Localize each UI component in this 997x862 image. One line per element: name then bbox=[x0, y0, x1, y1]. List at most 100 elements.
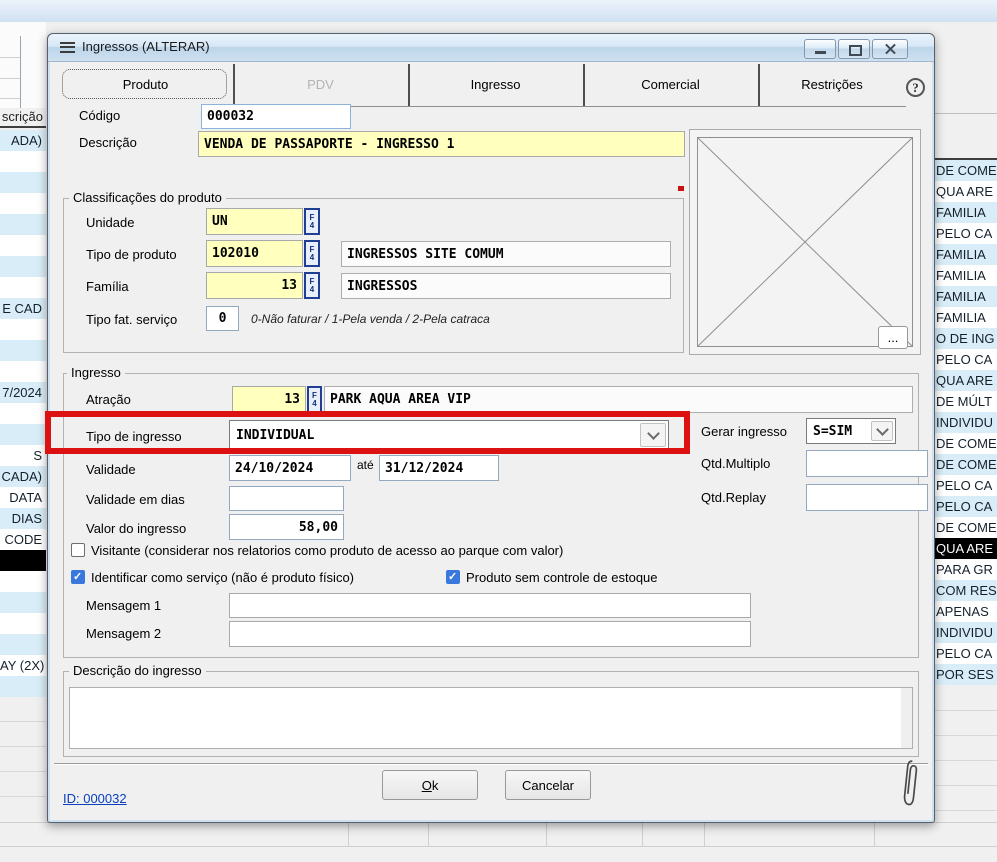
qtd-replay-field[interactable] bbox=[806, 484, 928, 511]
tab-pdv[interactable]: PDV bbox=[233, 64, 410, 106]
table-row[interactable]: QUA ARE bbox=[934, 181, 997, 202]
table-row[interactable]: CADA) bbox=[0, 466, 46, 487]
atracao-lookup-button[interactable]: F 4 bbox=[307, 386, 322, 413]
table-row[interactable] bbox=[0, 256, 46, 277]
table-row[interactable]: AY (2X) bbox=[0, 655, 46, 676]
record-id-link[interactable]: ID: 000032 bbox=[63, 791, 127, 806]
table-row[interactable]: 7/2024 bbox=[0, 382, 46, 403]
table-row[interactable]: QUA ARE bbox=[934, 538, 997, 559]
gerar-ingresso-select[interactable]: S=SIM bbox=[806, 418, 896, 444]
table-row[interactable] bbox=[0, 235, 46, 256]
servico-checkbox[interactable]: ✓ bbox=[71, 570, 85, 584]
tab-comercial[interactable]: Comercial bbox=[583, 64, 760, 106]
cancel-button[interactable]: Cancelar bbox=[505, 770, 591, 800]
table-row[interactable]: FAMILIA bbox=[934, 307, 997, 328]
ok-button[interactable]: Ok bbox=[382, 770, 478, 800]
table-row[interactable] bbox=[0, 571, 46, 592]
tipo-produto-field[interactable]: 102010 bbox=[206, 240, 303, 267]
visitante-checkbox-label[interactable]: Visitante (considerar nos relatorios com… bbox=[91, 543, 563, 558]
table-row[interactable]: INDIVIDU bbox=[934, 412, 997, 433]
estoque-checkbox[interactable]: ✓ bbox=[446, 570, 460, 584]
unidade-lookup-button[interactable]: F 4 bbox=[304, 208, 320, 235]
table-row[interactable]: PELO CA bbox=[934, 475, 997, 496]
table-row[interactable] bbox=[0, 592, 46, 613]
familia-lookup-button[interactable]: F 4 bbox=[304, 272, 320, 299]
descricao-field[interactable]: VENDA DE PASSAPORTE - INGRESSO 1 bbox=[198, 131, 685, 157]
table-row[interactable]: FAMILIA bbox=[934, 286, 997, 307]
help-icon[interactable]: ? bbox=[906, 78, 925, 97]
atracao-display: PARK AQUA AREA VIP bbox=[324, 386, 913, 413]
table-row[interactable]: COM RES bbox=[934, 580, 997, 601]
table-row[interactable]: PELO CA bbox=[934, 349, 997, 370]
table-row[interactable]: APENAS bbox=[934, 601, 997, 622]
codigo-field[interactable]: 000032 bbox=[201, 104, 351, 129]
system-menu-icon[interactable] bbox=[60, 42, 75, 53]
table-row[interactable]: FAMILIA bbox=[934, 244, 997, 265]
table-row[interactable]: O DE ING bbox=[934, 328, 997, 349]
table-row[interactable]: DATA bbox=[0, 487, 46, 508]
textarea-scrollbar[interactable] bbox=[901, 688, 912, 748]
table-row[interactable]: FAMILIA bbox=[934, 265, 997, 286]
mensagem2-field[interactable] bbox=[229, 621, 751, 647]
background-grid-column-line bbox=[642, 822, 643, 846]
validade-de-field[interactable]: 24/10/2024 bbox=[229, 455, 351, 481]
table-row[interactable]: DIAS bbox=[0, 508, 46, 529]
table-row[interactable] bbox=[0, 361, 46, 382]
table-row[interactable] bbox=[0, 676, 46, 697]
table-row[interactable]: CODE bbox=[0, 529, 46, 550]
table-row[interactable]: ADA) bbox=[0, 130, 46, 151]
table-row[interactable]: QUA ARE bbox=[934, 370, 997, 391]
tab-produto[interactable]: Produto bbox=[58, 64, 235, 106]
servico-checkbox-label[interactable]: Identificar como serviço (não é produto … bbox=[91, 570, 354, 585]
table-row[interactable]: E CAD bbox=[0, 298, 46, 319]
estoque-checkbox-label[interactable]: Produto sem controle de estoque bbox=[466, 570, 658, 585]
minimize-button[interactable] bbox=[804, 39, 836, 59]
table-row[interactable]: PELO CA bbox=[934, 643, 997, 664]
tipo-fat-field[interactable]: 0 bbox=[206, 306, 239, 331]
table-row[interactable] bbox=[0, 151, 46, 172]
table-row[interactable] bbox=[0, 403, 46, 424]
table-row[interactable]: DE COME bbox=[934, 433, 997, 454]
table-row[interactable]: S bbox=[0, 445, 46, 466]
tipo-produto-lookup-button[interactable]: F 4 bbox=[304, 240, 320, 267]
table-row[interactable] bbox=[0, 634, 46, 655]
background-grid-footer-line bbox=[0, 846, 997, 847]
table-row[interactable]: INDIVIDU bbox=[934, 622, 997, 643]
validade-dias-field[interactable] bbox=[229, 486, 344, 511]
table-row[interactable] bbox=[0, 550, 46, 571]
qtd-multiplo-field[interactable] bbox=[806, 450, 928, 477]
table-row[interactable]: PELO CA bbox=[934, 496, 997, 517]
table-row[interactable]: PARA GR bbox=[934, 559, 997, 580]
table-row[interactable]: DE MÚLT bbox=[934, 391, 997, 412]
table-row[interactable] bbox=[0, 277, 46, 298]
table-row[interactable] bbox=[0, 172, 46, 193]
atracao-field[interactable]: 13 bbox=[232, 386, 306, 413]
table-row[interactable]: DE COME bbox=[934, 517, 997, 538]
table-row[interactable] bbox=[0, 319, 46, 340]
table-row[interactable]: DE COME bbox=[934, 160, 997, 181]
familia-field[interactable]: 13 bbox=[206, 272, 303, 299]
table-row[interactable] bbox=[0, 613, 46, 634]
table-row[interactable] bbox=[0, 424, 46, 445]
table-row[interactable]: POR SES bbox=[934, 664, 997, 685]
validade-ate-field[interactable]: 31/12/2024 bbox=[379, 455, 499, 481]
tab-restricoes[interactable]: Restrições bbox=[758, 64, 906, 106]
table-row[interactable]: PELO CA bbox=[934, 223, 997, 244]
descricao-ingresso-textarea[interactable] bbox=[69, 687, 913, 749]
mensagem1-field[interactable] bbox=[229, 593, 751, 618]
gerar-ingresso-label: Gerar ingresso bbox=[701, 424, 787, 439]
unidade-field[interactable]: UN bbox=[206, 208, 303, 235]
table-row[interactable] bbox=[0, 340, 46, 361]
tab-ingresso[interactable]: Ingresso bbox=[408, 64, 585, 106]
table-row[interactable]: FAMILIA bbox=[934, 202, 997, 223]
image-browse-button[interactable]: ... bbox=[878, 326, 908, 349]
valor-ingresso-field[interactable]: 58,00 bbox=[229, 514, 344, 540]
close-button[interactable] bbox=[872, 39, 908, 59]
table-row[interactable] bbox=[0, 214, 46, 235]
table-row[interactable] bbox=[0, 193, 46, 214]
table-row[interactable]: DE COME bbox=[934, 454, 997, 475]
visitante-checkbox[interactable] bbox=[71, 543, 85, 557]
dialog-titlebar[interactable]: Ingressos (ALTERAR) bbox=[48, 34, 934, 62]
restore-button[interactable] bbox=[838, 39, 870, 59]
combo-arrow[interactable] bbox=[871, 421, 893, 441]
